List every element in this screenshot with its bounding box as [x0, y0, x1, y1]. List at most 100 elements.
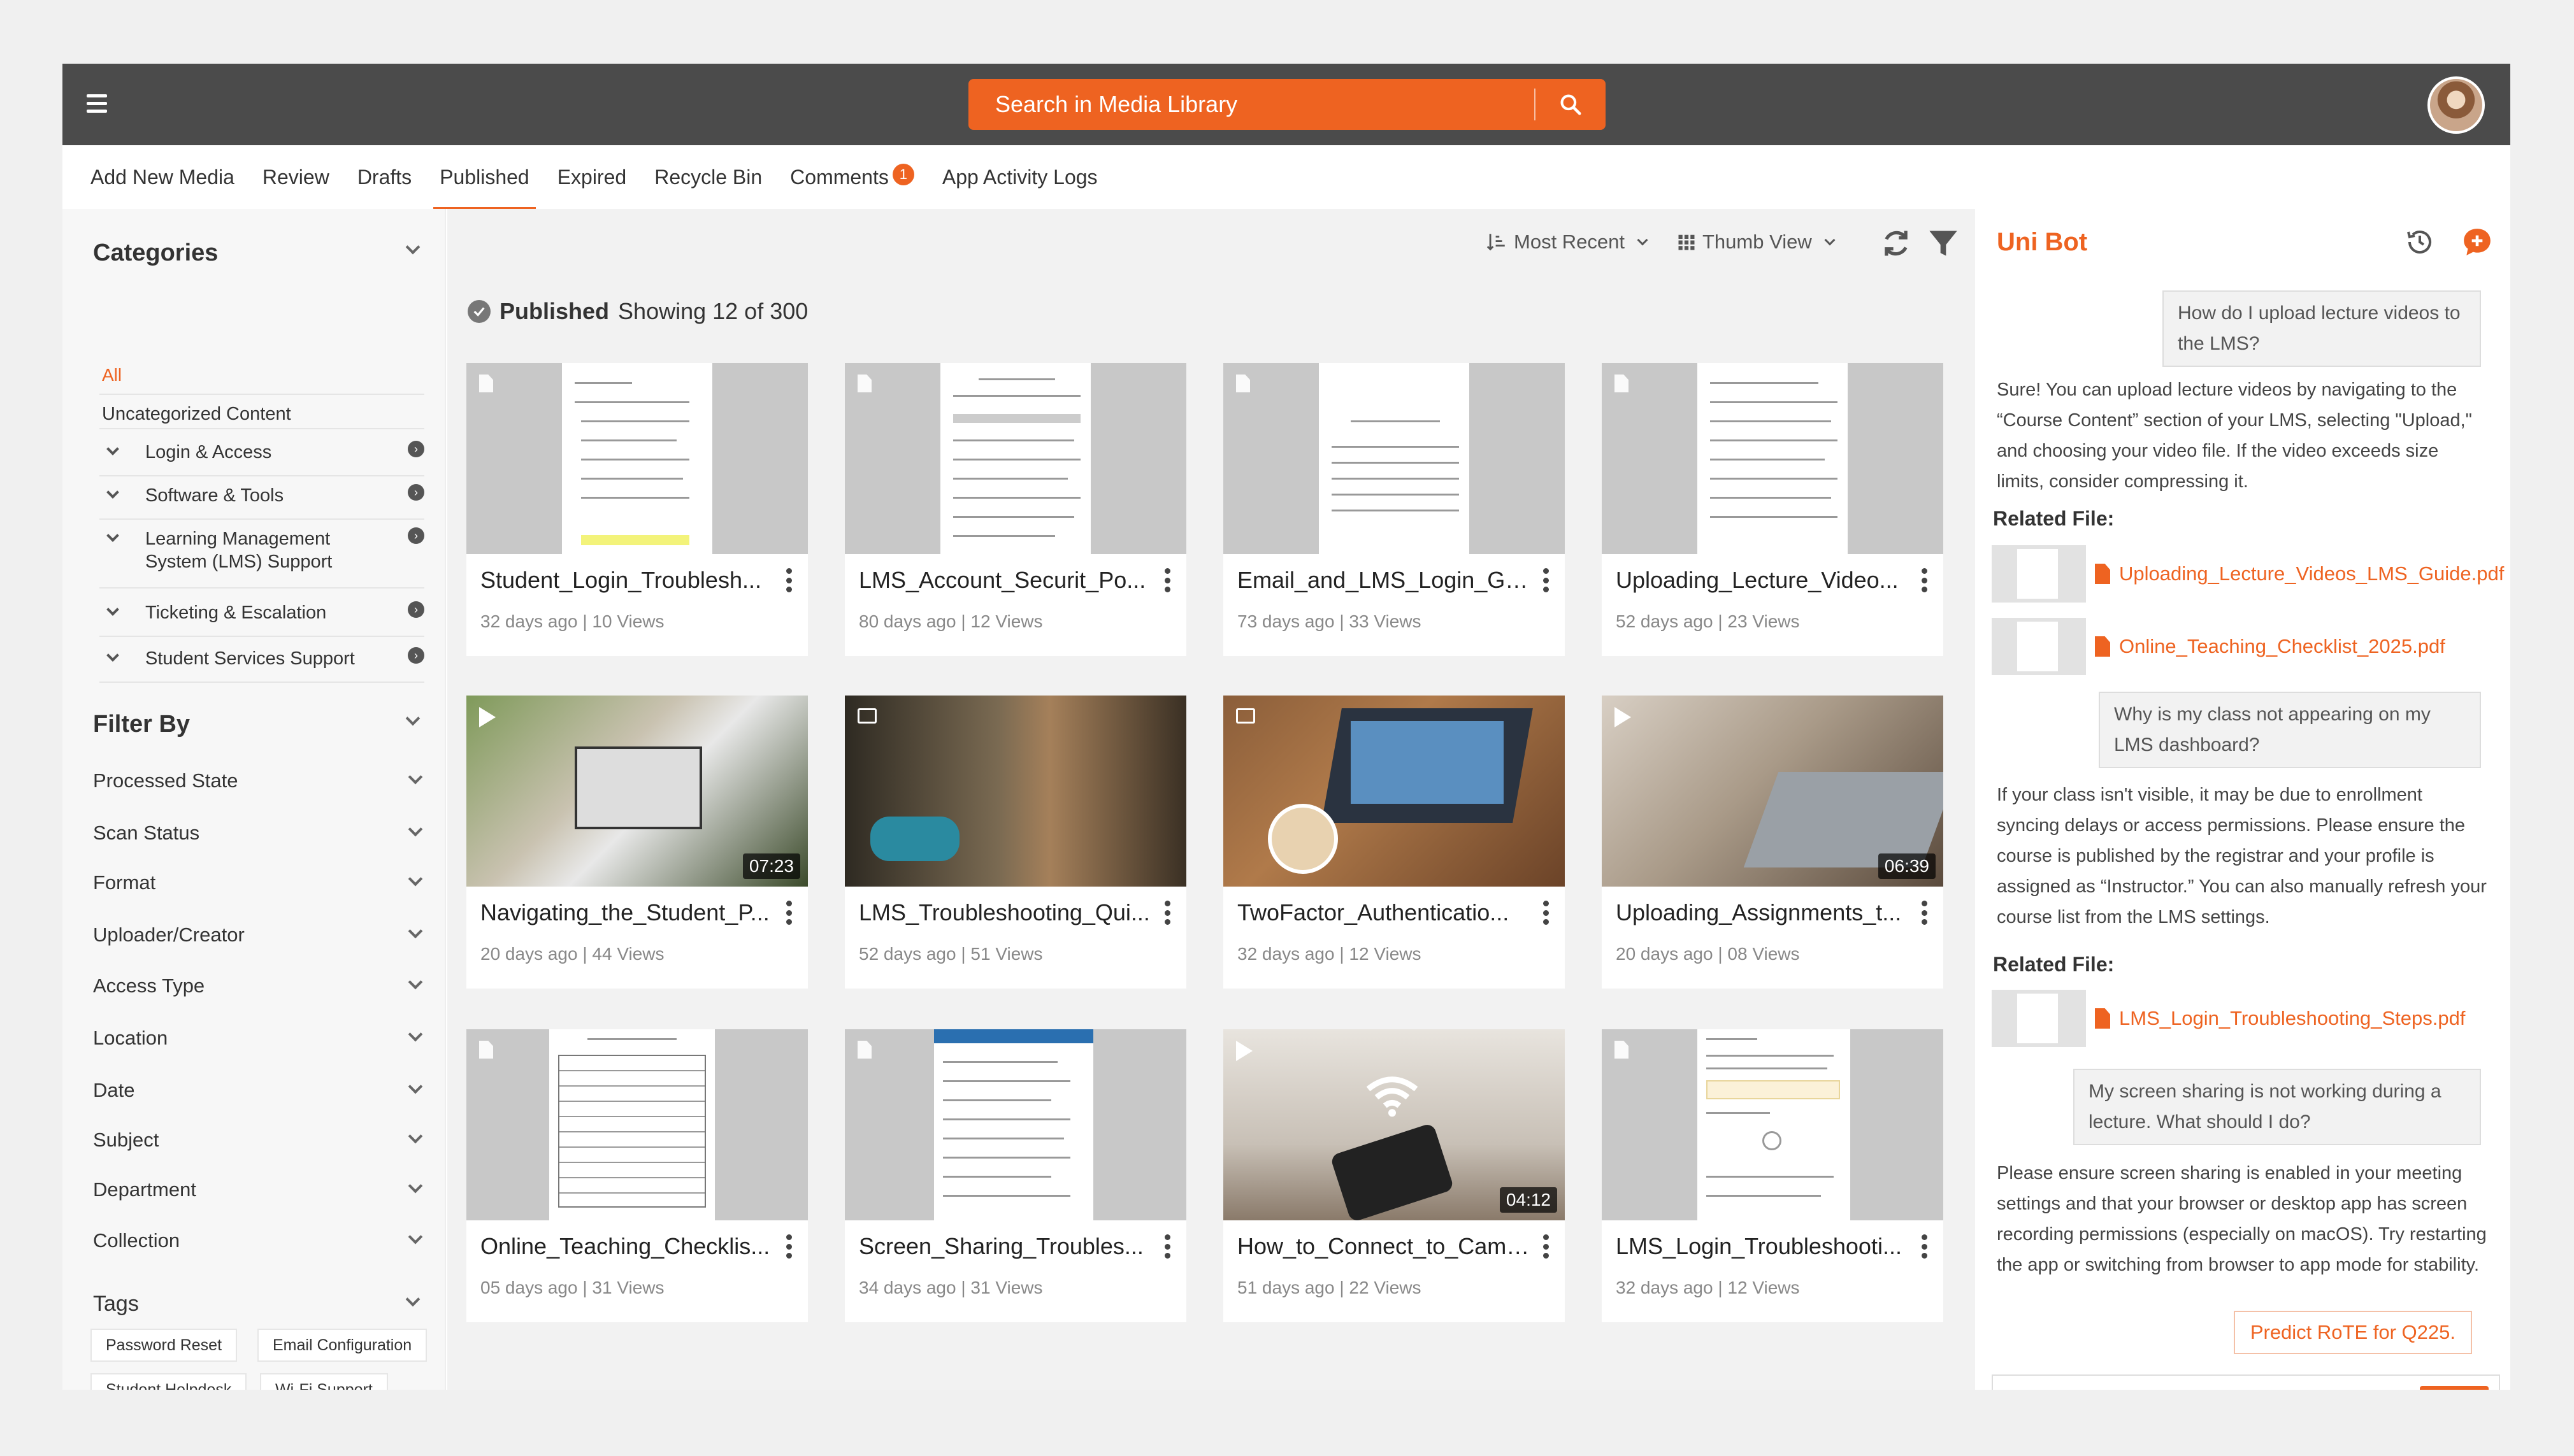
related-file[interactable]: Online_Teaching_Checklist_2025.pdf: [1992, 618, 2445, 675]
filter-format[interactable]: Format: [93, 871, 424, 894]
more-options-icon[interactable]: [1543, 568, 1549, 592]
tab-review[interactable]: Review: [248, 145, 343, 209]
file-link[interactable]: LMS_Login_Troubleshooting_Steps.pdf: [2119, 1007, 2465, 1030]
more-options-icon[interactable]: [1165, 901, 1171, 925]
tab-app-activity-logs[interactable]: App Activity Logs: [928, 145, 1112, 209]
tab-recycle-bin[interactable]: Recycle Bin: [640, 145, 776, 209]
chat-input[interactable]: [1993, 1376, 2401, 1390]
avatar[interactable]: [2427, 76, 2485, 134]
file-link[interactable]: Uploading_Lecture_Videos_LMS_Guide.pdf: [2119, 562, 2504, 585]
tab-expired[interactable]: Expired: [543, 145, 641, 209]
chat-add-icon[interactable]: [2459, 224, 2495, 260]
status-count: Showing 12 of 300: [618, 298, 809, 324]
media-card[interactable]: TwoFactor_Authenticatio... 32 days ago |…: [1223, 696, 1565, 989]
tab-drafts[interactable]: Drafts: [343, 145, 426, 209]
view-dropdown[interactable]: Thumb View: [1677, 231, 1836, 253]
media-card[interactable]: 04:12 How_to_Connect_to_Camp... 51 days …: [1223, 1029, 1565, 1322]
more-options-icon[interactable]: [1543, 1234, 1549, 1259]
refresh-icon[interactable]: [1880, 227, 1913, 260]
search-button[interactable]: [1535, 79, 1606, 130]
document-preview: [1697, 1029, 1850, 1220]
filter-date[interactable]: Date: [93, 1079, 424, 1102]
expand-chevron-icon[interactable]: [106, 486, 119, 499]
category-arrow-icon[interactable]: ›: [408, 527, 424, 544]
history-icon[interactable]: [2402, 224, 2438, 260]
expand-chevron-icon[interactable]: [106, 529, 119, 542]
category-lms-support[interactable]: Learning Management System (LMS) Support…: [99, 527, 424, 589]
card-meta: 52 days ago | 23 Views: [1616, 611, 1800, 631]
tab-label: Expired: [557, 165, 627, 189]
tab-comments[interactable]: Comments 1: [776, 145, 928, 209]
tag-student-helpdesk[interactable]: Student Helpdesk: [90, 1373, 247, 1390]
filter-processed-state[interactable]: Processed State: [93, 769, 424, 792]
category-arrow-icon[interactable]: ›: [408, 601, 424, 618]
tab-add-new-media[interactable]: Add New Media: [62, 145, 248, 209]
more-options-icon[interactable]: [1165, 1234, 1171, 1259]
media-card[interactable]: Student_Login_Troublesh... 32 days ago |…: [466, 363, 808, 656]
filter-subject[interactable]: Subject: [93, 1129, 424, 1152]
more-options-icon[interactable]: [786, 901, 793, 925]
tag-email-configuration[interactable]: Email Configuration: [257, 1329, 428, 1362]
filter-uploader-creator[interactable]: Uploader/Creator: [93, 924, 424, 946]
filter-icon[interactable]: [1927, 227, 1960, 260]
filter-location[interactable]: Location: [93, 1027, 424, 1050]
filter-access-type[interactable]: Access Type: [93, 974, 424, 997]
expand-chevron-icon[interactable]: [106, 443, 119, 455]
bot-message: If your class isn't visible, it may be d…: [1997, 785, 2487, 927]
category-login-access[interactable]: Login & Access ›: [99, 441, 424, 476]
check-circle-icon: [468, 300, 491, 323]
categories-collapse-chevron-icon[interactable]: [405, 239, 421, 255]
card-meta: 80 days ago | 12 Views: [859, 611, 1043, 631]
suggestion-chip[interactable]: Predict RoTE for Q225.: [2233, 1311, 2472, 1354]
media-card[interactable]: Uploading_Lecture_Video... 52 days ago |…: [1602, 363, 1943, 656]
media-card[interactable]: Screen_Sharing_Troubles... 34 days ago |…: [845, 1029, 1186, 1322]
status-line: Published Showing 12 of 300: [468, 298, 808, 325]
send-button[interactable]: [2420, 1386, 2489, 1390]
media-card[interactable]: 07:23 Navigating_the_Student_P... 20 day…: [466, 696, 808, 989]
category-uncategorized[interactable]: Uncategorized Content: [99, 394, 424, 429]
expand-chevron-icon[interactable]: [106, 603, 119, 616]
related-file-label: Related File:: [1993, 507, 2115, 530]
filter-collection[interactable]: Collection: [93, 1229, 424, 1252]
related-file[interactable]: Uploading_Lecture_Videos_LMS_Guide.pdf: [1992, 545, 2504, 603]
hamburger-icon[interactable]: [87, 94, 107, 115]
media-card[interactable]: LMS_Login_Troubleshooti... 32 days ago |…: [1602, 1029, 1943, 1322]
more-options-icon[interactable]: [786, 1234, 793, 1259]
media-card[interactable]: Email_and_LMS_Login_Gu... 73 days ago | …: [1223, 363, 1565, 656]
category-arrow-icon[interactable]: ›: [408, 441, 424, 457]
filter-collapse-chevron-icon[interactable]: [405, 711, 421, 726]
search-input[interactable]: [968, 79, 1534, 130]
filter-department[interactable]: Department: [93, 1178, 424, 1201]
category-arrow-icon[interactable]: ›: [408, 484, 424, 501]
category-ticketing-escalation[interactable]: Ticketing & Escalation ›: [99, 601, 424, 637]
category-all[interactable]: All: [102, 365, 122, 385]
category-arrow-icon[interactable]: ›: [408, 647, 424, 664]
media-card[interactable]: LMS_Account_Securit_Po... 80 days ago | …: [845, 363, 1186, 656]
category-label: Software & Tools: [145, 485, 284, 506]
file-link[interactable]: Online_Teaching_Checklist_2025.pdf: [2119, 635, 2445, 658]
more-options-icon[interactable]: [1922, 901, 1928, 925]
tag-password-reset[interactable]: Password Reset: [90, 1329, 238, 1362]
more-options-icon[interactable]: [1165, 568, 1171, 592]
filter-scan-status[interactable]: Scan Status: [93, 822, 424, 845]
more-options-icon[interactable]: [786, 568, 793, 592]
tags-collapse-chevron-icon[interactable]: [405, 1292, 421, 1307]
grid-icon: [1678, 234, 1695, 250]
expand-chevron-icon[interactable]: [106, 649, 119, 662]
category-student-services[interactable]: Student Services Support ›: [99, 647, 424, 683]
filter-label: Access Type: [93, 974, 205, 997]
chat-title: Uni Bot: [1997, 228, 2088, 256]
media-card[interactable]: Online_Teaching_Checklis... 05 days ago …: [466, 1029, 808, 1322]
card-title: LMS_Troubleshooting_Qui...: [859, 899, 1150, 925]
category-software-tools[interactable]: Software & Tools ›: [99, 484, 424, 520]
media-card[interactable]: 06:39 Uploading_Assignments_t... 20 days…: [1602, 696, 1943, 989]
sort-dropdown[interactable]: Most Recent: [1486, 231, 1648, 253]
more-options-icon[interactable]: [1922, 1234, 1928, 1259]
tag-wifi-support[interactable]: Wi-Fi Support: [260, 1373, 388, 1390]
tab-published[interactable]: Published: [426, 145, 543, 209]
tab-label: Published: [440, 165, 529, 189]
more-options-icon[interactable]: [1922, 568, 1928, 592]
more-options-icon[interactable]: [1543, 901, 1549, 925]
media-card[interactable]: LMS_Troubleshooting_Qui... 52 days ago |…: [845, 696, 1186, 989]
related-file[interactable]: LMS_Login_Troubleshooting_Steps.pdf: [1992, 990, 2465, 1047]
